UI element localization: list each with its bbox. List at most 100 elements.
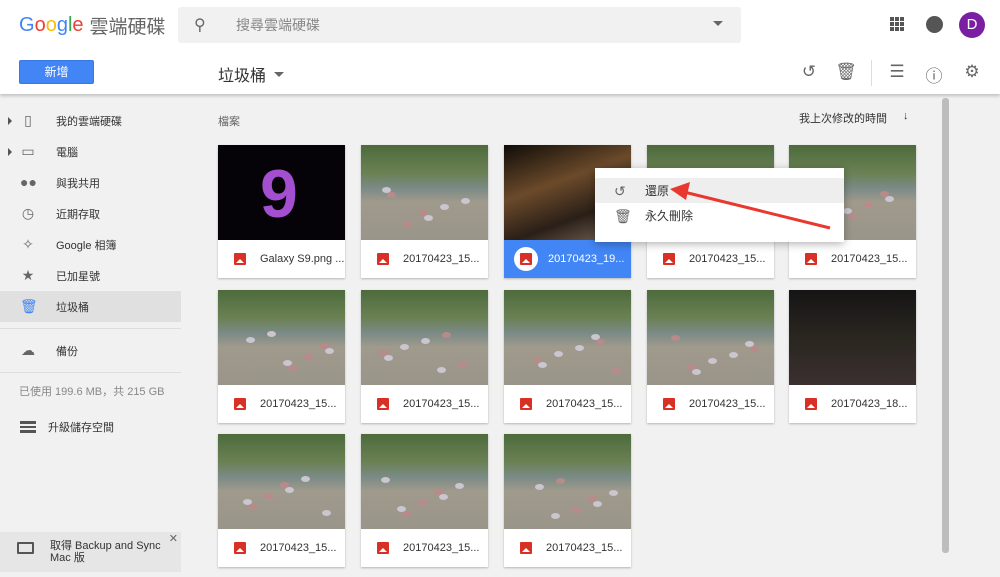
file-card[interactable]: 20170423_15...: [361, 145, 488, 278]
sidebar-item-photos[interactable]: ✧ Google 相簿: [0, 229, 181, 260]
divider: [0, 372, 181, 373]
scrollbar[interactable]: [942, 98, 949, 553]
monitor-icon: [17, 542, 34, 554]
restore-icon[interactable]: ↺: [798, 62, 820, 82]
image-file-icon: [234, 253, 246, 265]
context-menu: ↺ 還原 🗑 永久刪除: [595, 168, 844, 242]
gear-icon[interactable]: ⚙: [961, 62, 983, 82]
sidebar-item-backups[interactable]: ☁ 備份: [0, 335, 181, 366]
menu-item-label: 永久刪除: [645, 209, 694, 223]
file-thumbnail: [361, 145, 488, 240]
file-name: 20170423_15...: [403, 398, 480, 410]
notifications-icon[interactable]: [926, 16, 943, 33]
menu-item-label: 還原: [645, 184, 670, 198]
sidebar-item-label: 我的雲端硬碟: [56, 115, 122, 128]
divider: [871, 60, 872, 86]
logo[interactable]: Google 雲端硬碟: [19, 12, 166, 39]
file-card[interactable]: 20170423_15...: [647, 290, 774, 423]
sidebar-item-label: 近期存取: [56, 208, 100, 221]
divider: [0, 328, 181, 329]
file-card[interactable]: 20170423_15...: [218, 434, 345, 567]
file-card[interactable]: 20170423_18...: [789, 290, 916, 423]
sidebar-item-my-drive[interactable]: ▯ 我的雲端硬碟: [0, 105, 181, 136]
page-title: 垃圾桶: [218, 68, 267, 85]
google-logo: Google: [19, 14, 84, 36]
list-view-icon[interactable]: ☰: [886, 62, 908, 82]
file-name: 20170423_15...: [403, 542, 480, 554]
sidebar: ▯ 我的雲端硬碟 ▭ 電腦 ●● 與我共用 ◷ 近期存取 ✧ Google 相簿 ★ 已加星…: [0, 94, 190, 435]
expand-icon[interactable]: [8, 148, 16, 156]
sidebar-item-computers[interactable]: ▭ 電腦: [0, 136, 181, 167]
file-name: 20170423_15...: [546, 398, 623, 410]
image-file-icon: [663, 253, 675, 265]
search-placeholder: 搜尋雲端硬碟: [236, 17, 320, 33]
menu-item-restore[interactable]: ↺ 還原: [595, 178, 844, 203]
file-card[interactable]: 9 Galaxy S9.png ...: [218, 145, 345, 278]
star-icon: ★: [21, 267, 35, 283]
file-name: 20170423_15...: [403, 253, 480, 265]
apps-icon[interactable]: [890, 17, 904, 31]
file-name: 20170423_15...: [546, 542, 623, 554]
search-options-icon[interactable]: [713, 21, 723, 31]
file-card[interactable]: 20170423_15...: [361, 290, 488, 423]
restore-icon: ↺: [614, 183, 626, 199]
breadcrumb[interactable]: 垃圾桶: [218, 62, 285, 86]
image-file-icon: [805, 253, 817, 265]
top-bar: Google 雲端硬碟 ⚲ 搜尋雲端硬碟 D 新增 垃圾桶 ↺ 🗑 ☰ ⓘ ⚙: [0, 0, 1000, 94]
promo-text: 取得 Backup and Sync Mac 版: [50, 540, 161, 564]
sort-control[interactable]: 我上次修改的時間 ↓: [799, 110, 909, 126]
file-thumbnail: [218, 434, 345, 529]
avatar[interactable]: D: [959, 12, 985, 38]
image-file-icon: [234, 542, 246, 554]
sidebar-item-label: 與我共用: [56, 177, 100, 190]
backup-sync-promo[interactable]: 取得 Backup and Sync Mac 版 ✕: [0, 532, 181, 572]
file-name: Galaxy S9.png ...: [260, 253, 345, 265]
photos-icon: ✧: [22, 236, 34, 252]
file-name: 20170423_15...: [689, 253, 766, 265]
file-thumbnail: [504, 434, 631, 529]
sidebar-item-label: 已加星號: [56, 270, 100, 283]
search-icon[interactable]: ⚲: [194, 15, 212, 35]
image-file-icon: [663, 398, 675, 410]
sort-label: 我上次修改的時間: [799, 113, 887, 125]
file-name: 20170423_15...: [689, 398, 766, 410]
trash-icon: 🗑: [20, 298, 38, 314]
image-file-icon: [805, 398, 817, 410]
upgrade-storage-link[interactable]: 升級儲存空間: [0, 419, 190, 435]
sidebar-item-shared[interactable]: ●● 與我共用: [0, 167, 181, 198]
trash-icon[interactable]: 🗑: [835, 62, 857, 82]
cloud-icon: ☁: [21, 342, 35, 358]
file-thumbnail: 9: [218, 145, 345, 240]
file-card[interactable]: 20170423_15...: [504, 434, 631, 567]
image-file-icon: [377, 253, 389, 265]
storage-icon: [20, 421, 36, 433]
new-button[interactable]: 新增: [19, 60, 94, 84]
upgrade-label: 升級儲存空間: [48, 422, 114, 434]
sidebar-item-recent[interactable]: ◷ 近期存取: [0, 198, 181, 229]
close-icon[interactable]: ✕: [169, 533, 178, 545]
file-card[interactable]: 20170423_15...: [504, 290, 631, 423]
file-name: 20170423_15...: [831, 253, 908, 265]
file-card[interactable]: 20170423_15...: [361, 434, 488, 567]
people-icon: ●●: [20, 174, 37, 190]
file-name: 20170423_18...: [831, 398, 908, 410]
clock-icon: ◷: [21, 205, 35, 221]
sidebar-item-trash[interactable]: 🗑 垃圾桶: [0, 291, 181, 322]
info-icon[interactable]: ⓘ: [923, 62, 945, 87]
sidebar-item-label: Google 相簿: [56, 239, 117, 252]
image-file-icon: [520, 253, 532, 265]
sidebar-item-starred[interactable]: ★ 已加星號: [0, 260, 181, 291]
drive-icon: ▯: [24, 112, 32, 128]
search-input[interactable]: ⚲ 搜尋雲端硬碟: [178, 7, 741, 43]
file-thumbnail: [647, 290, 774, 385]
image-file-icon: [520, 398, 532, 410]
file-thumbnail: [218, 290, 345, 385]
file-card[interactable]: 20170423_15...: [218, 290, 345, 423]
expand-icon[interactable]: [8, 117, 16, 125]
section-label: 檔案: [218, 116, 240, 128]
file-name: 20170423_19...: [548, 253, 625, 265]
file-name: 20170423_15...: [260, 398, 337, 410]
computer-icon: ▭: [21, 143, 35, 159]
menu-item-delete-forever[interactable]: 🗑 永久刪除: [595, 203, 844, 228]
arrow-down-icon[interactable]: ↓: [903, 110, 909, 126]
